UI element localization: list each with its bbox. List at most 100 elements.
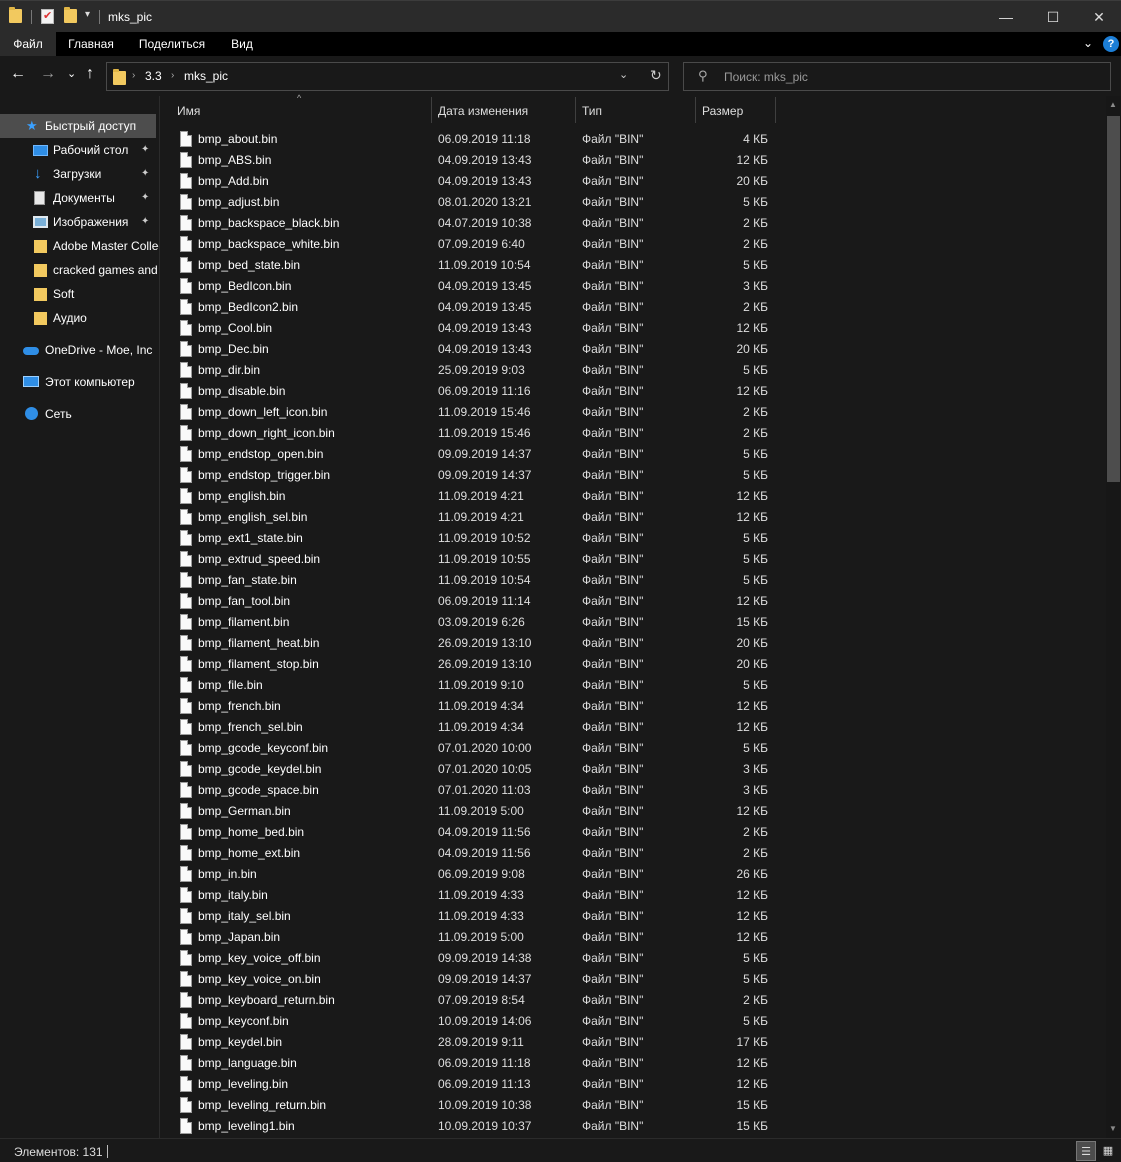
tab-file[interactable]: Файл	[0, 32, 56, 56]
file-row[interactable]: bmp_down_right_icon.bin 11.09.2019 15:46 Ф…	[160, 423, 1106, 444]
search-box[interactable]: ⚲ Поиск: mks_pic	[683, 62, 1111, 91]
file-row[interactable]: bmp_file.bin 11.09.2019 9:10 Файл "BIN" 5 К…	[160, 675, 1106, 696]
file-row[interactable]: bmp_italy.bin 11.09.2019 4:33 Файл "BIN" 12…	[160, 885, 1106, 906]
nav-audio[interactable]: Аудио	[0, 306, 159, 330]
nav-documents[interactable]: Документы ✦	[0, 186, 159, 210]
forward-button[interactable]: →	[40, 65, 56, 83]
search-input[interactable]: Поиск: mks_pic	[724, 70, 808, 84]
file-row[interactable]: bmp_key_voice_on.bin 09.09.2019 14:37 Файл…	[160, 969, 1106, 990]
file-row[interactable]: bmp_backspace_white.bin 07.09.2019 6:40 Фа…	[160, 234, 1106, 255]
file-row[interactable]: bmp_gcode_space.bin 07.01.2020 11:03 Файл …	[160, 780, 1106, 801]
file-row[interactable]: bmp_BedIcon.bin 04.09.2019 13:45 Файл "BIN…	[160, 276, 1106, 297]
file-row[interactable]: bmp_filament.bin 03.09.2019 6:26 Файл "BIN…	[160, 612, 1106, 633]
nav-desktop[interactable]: Рабочий стол ✦	[0, 138, 159, 162]
column-separator[interactable]	[775, 97, 776, 123]
file-row[interactable]: bmp_in.bin 06.09.2019 9:08 Файл "BIN" 26 КБ	[160, 864, 1106, 885]
file-row[interactable]: bmp_language.bin 06.09.2019 11:18 Файл "BI…	[160, 1053, 1106, 1074]
nav-quick-access[interactable]: ★ Быстрый доступ	[0, 114, 156, 138]
breadcrumb-mks-pic[interactable]: mks_pic	[184, 69, 228, 83]
file-row[interactable]: bmp_adjust.bin 08.01.2020 13:21 Файл "BIN"…	[160, 192, 1106, 213]
file-row[interactable]: bmp_about.bin 06.09.2019 11:18 Файл "BIN" 4…	[160, 129, 1106, 150]
file-row[interactable]: bmp_endstop_trigger.bin 09.09.2019 14:37 Ф…	[160, 465, 1106, 486]
properties-icon[interactable]	[41, 9, 54, 24]
file-row[interactable]: bmp_German.bin 11.09.2019 5:00 Файл "BIN" 1…	[160, 801, 1106, 822]
file-row[interactable]: bmp_ABS.bin 04.09.2019 13:43 Файл "BIN" 12 …	[160, 150, 1106, 171]
file-row[interactable]: bmp_leveling_return.bin 10.09.2019 10:38 Ф…	[160, 1095, 1106, 1116]
file-row[interactable]: bmp_english_sel.bin 11.09.2019 4:21 Файл "…	[160, 507, 1106, 528]
refresh-icon[interactable]: ↻	[650, 67, 662, 84]
file-row[interactable]: bmp_Dec.bin 04.09.2019 13:43 Файл "BIN" 20 …	[160, 339, 1106, 360]
file-row[interactable]: bmp_down_left_icon.bin 11.09.2019 15:46 Фа…	[160, 402, 1106, 423]
file-row[interactable]: bmp_fan_state.bin 11.09.2019 10:54 Файл "B…	[160, 570, 1106, 591]
file-row[interactable]: bmp_keydel.bin 28.09.2019 9:11 Файл "BIN" 1…	[160, 1032, 1106, 1053]
scroll-up-icon[interactable]: ▲	[1109, 100, 1117, 109]
tab-home[interactable]: Главная	[60, 32, 122, 56]
help-icon[interactable]: ?	[1103, 36, 1119, 52]
nav-this-pc[interactable]: Этот компьютер	[0, 370, 159, 394]
pin-icon[interactable]: ✦	[141, 138, 149, 162]
file-row[interactable]: bmp_ext1_state.bin 11.09.2019 10:52 Файл "…	[160, 528, 1106, 549]
file-row[interactable]: bmp_Japan.bin 11.09.2019 5:00 Файл "BIN" 12…	[160, 927, 1106, 948]
details-view-button[interactable]: ☰	[1076, 1141, 1096, 1161]
file-row[interactable]: bmp_italy_sel.bin 11.09.2019 4:33 Файл "BI…	[160, 906, 1106, 927]
file-row[interactable]: bmp_english.bin 11.09.2019 4:21 Файл "BIN"…	[160, 486, 1106, 507]
file-row[interactable]: bmp_french_sel.bin 11.09.2019 4:34 Файл "B…	[160, 717, 1106, 738]
scroll-down-icon[interactable]: ▼	[1109, 1124, 1117, 1133]
chevron-right-icon[interactable]: ›	[132, 70, 135, 81]
column-name[interactable]: Имя	[177, 104, 200, 118]
column-type[interactable]: Тип	[582, 104, 602, 118]
file-row[interactable]: bmp_gcode_keyconf.bin 07.01.2020 10:00 Фай…	[160, 738, 1106, 759]
file-row[interactable]: bmp_fan_tool.bin 06.09.2019 11:14 Файл "BI…	[160, 591, 1106, 612]
chevron-right-icon[interactable]: ›	[171, 70, 174, 81]
column-separator[interactable]	[695, 97, 696, 123]
nav-network[interactable]: Сеть	[0, 402, 159, 426]
tab-view[interactable]: Вид	[222, 32, 262, 56]
file-row[interactable]: bmp_french.bin 11.09.2019 4:34 Файл "BIN" 1…	[160, 696, 1106, 717]
column-separator[interactable]	[431, 97, 432, 123]
address-dropdown-icon[interactable]: ⌄	[619, 68, 628, 81]
minimize-button[interactable]: —	[983, 1, 1029, 33]
file-row[interactable]: bmp_Cool.bin 04.09.2019 13:43 Файл "BIN" 12…	[160, 318, 1106, 339]
nav-onedrive[interactable]: OneDrive - Moe, Inc	[0, 338, 159, 362]
file-row[interactable]: bmp_gcode_keydel.bin 07.01.2020 10:05 Файл…	[160, 759, 1106, 780]
file-row[interactable]: bmp_backspace_black.bin 04.07.2019 10:38 Ф…	[160, 213, 1106, 234]
tab-share[interactable]: Поделиться	[132, 32, 212, 56]
pin-icon[interactable]: ✦	[141, 210, 149, 234]
nav-cracked-games[interactable]: cracked games and	[0, 258, 159, 282]
file-row[interactable]: bmp_Add.bin 04.09.2019 13:43 Файл "BIN" 20 …	[160, 171, 1106, 192]
up-button[interactable]: ↑	[86, 65, 94, 83]
column-size[interactable]: Размер	[702, 104, 743, 118]
breadcrumb-3-3[interactable]: 3.3	[145, 69, 162, 83]
column-date-modified[interactable]: Дата изменения	[438, 104, 528, 118]
file-row[interactable]: bmp_endstop_open.bin 09.09.2019 14:37 Файл…	[160, 444, 1106, 465]
file-row[interactable]: bmp_dir.bin 25.09.2019 9:03 Файл "BIN" 5 КБ	[160, 360, 1106, 381]
nav-pictures[interactable]: Изображения ✦	[0, 210, 159, 234]
column-separator[interactable]	[575, 97, 576, 123]
new-folder-icon[interactable]	[64, 7, 77, 23]
address-bar[interactable]: › 3.3 › mks_pic ⌄ ↻	[106, 62, 669, 91]
pin-icon[interactable]: ✦	[141, 186, 149, 210]
file-row[interactable]: bmp_disable.bin 06.09.2019 11:16 Файл "BIN…	[160, 381, 1106, 402]
customize-quick-access-icon[interactable]: ▾	[85, 9, 90, 20]
file-row[interactable]: bmp_keyboard_return.bin 07.09.2019 8:54 Фа…	[160, 990, 1106, 1011]
close-button[interactable]: ✕	[1076, 1, 1121, 33]
file-row[interactable]: bmp_home_bed.bin 04.09.2019 11:56 Файл "BI…	[160, 822, 1106, 843]
file-row[interactable]: bmp_keyconf.bin 10.09.2019 14:06 Файл "BIN…	[160, 1011, 1106, 1032]
file-row[interactable]: bmp_leveling1.bin 10.09.2019 10:37 Файл "B…	[160, 1116, 1106, 1137]
ribbon-expand-icon[interactable]: ⌄	[1083, 36, 1093, 50]
pin-icon[interactable]: ✦	[141, 162, 149, 186]
file-row[interactable]: bmp_home_ext.bin 04.09.2019 11:56 Файл "BI…	[160, 843, 1106, 864]
vertical-scrollbar[interactable]: ▲ ▼	[1106, 96, 1121, 1138]
nav-adobe-master-collection[interactable]: Adobe Master Collection	[0, 234, 159, 258]
maximize-button[interactable]: ☐	[1030, 1, 1076, 33]
file-row[interactable]: bmp_BedIcon2.bin 04.09.2019 13:45 Файл "BI…	[160, 297, 1106, 318]
nav-downloads[interactable]: ↓ Загрузки ✦	[0, 162, 159, 186]
file-row[interactable]: bmp_filament_heat.bin 26.09.2019 13:10 Фай…	[160, 633, 1106, 654]
file-row[interactable]: bmp_leveling.bin 06.09.2019 11:13 Файл "BI…	[160, 1074, 1106, 1095]
file-row[interactable]: bmp_key_voice_off.bin 09.09.2019 14:38 Фай…	[160, 948, 1106, 969]
file-row[interactable]: bmp_bed_state.bin 11.09.2019 10:54 Файл "B…	[160, 255, 1106, 276]
recent-locations-button[interactable]: ⌄	[67, 67, 76, 80]
file-row[interactable]: bmp_filament_stop.bin 26.09.2019 13:10 Фай…	[160, 654, 1106, 675]
back-button[interactable]: ←	[10, 65, 26, 83]
nav-soft[interactable]: Soft	[0, 282, 159, 306]
